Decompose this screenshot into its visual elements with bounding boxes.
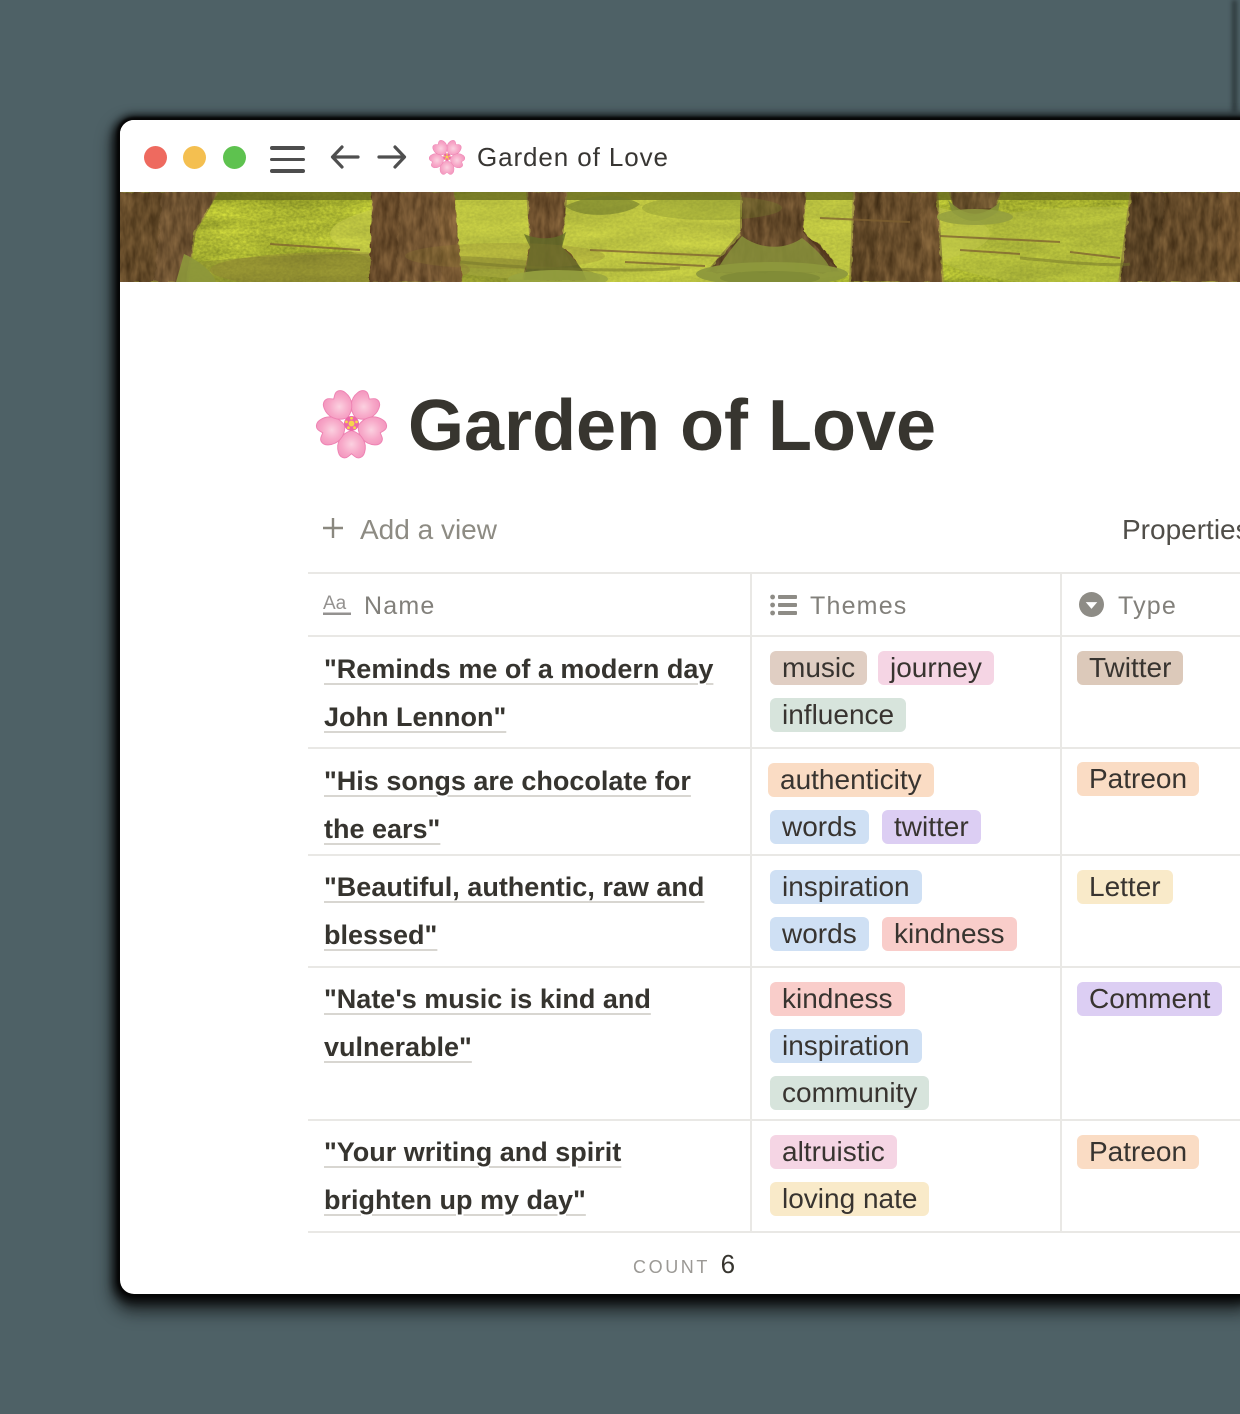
svg-text:Aa: Aa	[323, 594, 347, 614]
